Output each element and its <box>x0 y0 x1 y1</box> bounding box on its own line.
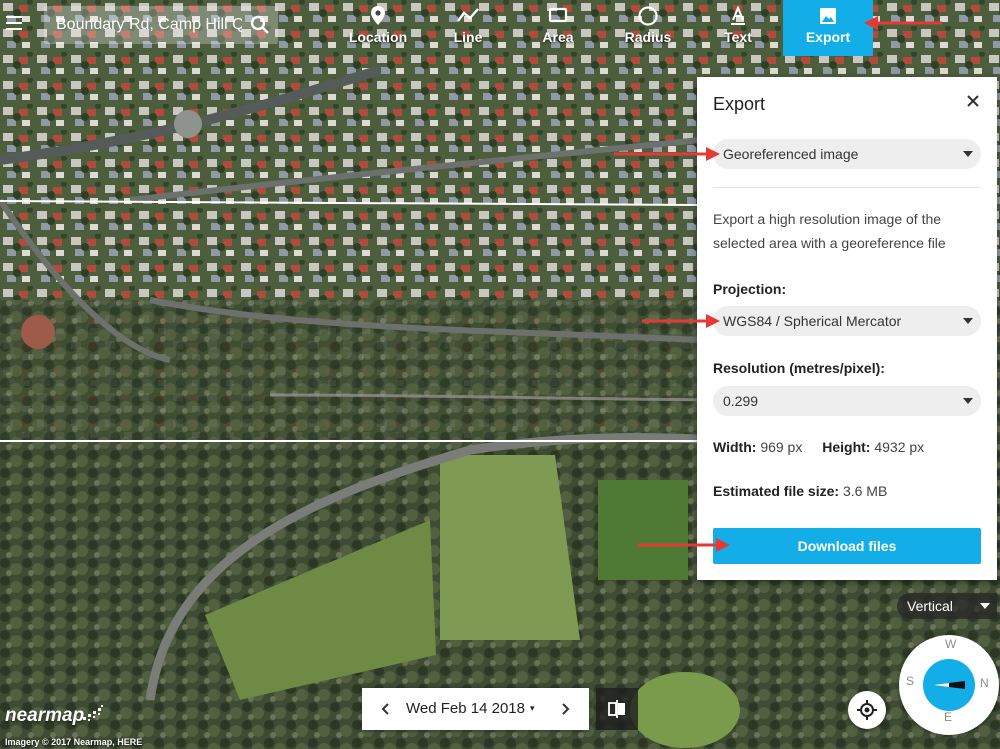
search-box[interactable] <box>44 6 278 44</box>
filesize-row: Estimated file size: 3.6 MB <box>713 483 887 499</box>
annotation-arrow-icon <box>614 147 720 161</box>
tool-radius[interactable]: Radius <box>603 0 693 56</box>
projection-label: Projection: <box>713 281 787 297</box>
dimensions-row: Width: 969 px Height: 4932 px <box>713 439 924 455</box>
location-pin-icon <box>371 6 385 25</box>
search-icon[interactable] <box>250 15 270 35</box>
tool-line[interactable]: Line <box>423 0 513 56</box>
compass-west-label: W <box>945 637 957 651</box>
tool-location[interactable]: Location <box>333 0 423 56</box>
width-label: Width: <box>713 439 757 455</box>
compass-north-label: N <box>980 676 989 690</box>
text-icon <box>731 5 745 25</box>
panel-title: Export <box>713 94 766 114</box>
height-value: 4932 px <box>874 439 925 455</box>
tool-location-label: Location <box>348 29 408 45</box>
radius-icon <box>638 6 658 26</box>
chevron-down-icon <box>963 151 973 157</box>
resolution-label: Resolution (metres/pixel): <box>713 360 885 376</box>
tool-text[interactable]: Text <box>693 0 783 56</box>
compass-dial[interactable] <box>923 659 975 711</box>
area-icon <box>548 7 568 23</box>
chevron-down-icon <box>963 318 973 324</box>
chevron-down-icon <box>963 398 973 404</box>
export-description: Export a high resolution image of the se… <box>713 211 946 251</box>
annotation-arrow-icon <box>638 538 730 552</box>
filesize-value: 3.6 MB <box>842 483 888 499</box>
view-mode-select[interactable]: Vertical <box>897 593 997 619</box>
projection-select[interactable]: WGS84 / Spherical Mercator <box>713 306 981 336</box>
close-icon[interactable] <box>966 94 980 108</box>
line-icon <box>457 8 479 22</box>
tool-line-label: Line <box>453 29 483 45</box>
view-mode-value: Vertical <box>907 598 953 614</box>
compare-icon <box>608 700 625 718</box>
compass-south-label: S <box>906 674 915 688</box>
compare-button[interactable] <box>596 688 638 730</box>
download-files-button[interactable]: Download files <box>713 528 981 564</box>
chevron-right-icon[interactable] <box>557 701 573 717</box>
search-input[interactable] <box>56 6 242 44</box>
compass[interactable]: W S N E <box>897 633 1000 743</box>
tool-area-label: Area <box>542 29 574 45</box>
compass-needle-icon <box>933 681 965 689</box>
resolution-value: 0.299 <box>723 393 759 409</box>
chevron-down-icon <box>980 603 990 609</box>
tool-export-label: Export <box>805 29 851 45</box>
my-location-button[interactable] <box>848 691 886 729</box>
annotation-arrow-icon <box>642 314 720 328</box>
capture-date-dropdown[interactable]: Wed Feb 14 2018 ▾ <box>406 700 535 717</box>
resolution-select[interactable]: 0.299 <box>713 386 981 416</box>
export-format-value: Georeferenced image <box>723 146 859 162</box>
capture-date: Wed Feb 14 2018 <box>406 700 525 717</box>
projection-value: WGS84 / Spherical Mercator <box>723 313 902 329</box>
menu-icon[interactable] <box>6 16 22 30</box>
tool-radius-label: Radius <box>624 29 672 45</box>
imagery-credit: Imagery © 2017 Nearmap, HERE <box>5 737 143 747</box>
crosshair-icon <box>857 700 877 720</box>
filesize-label: Estimated file size: <box>713 483 840 499</box>
width-value: 969 px <box>760 439 803 455</box>
export-format-select[interactable]: Georeferenced image <box>713 139 981 169</box>
divider <box>713 187 981 188</box>
date-selector: Wed Feb 14 2018 ▾ <box>362 688 589 730</box>
caret-down-icon: ▾ <box>529 703 535 713</box>
tool-export[interactable]: Export <box>783 0 873 56</box>
image-icon <box>820 8 836 24</box>
nearmap-logo: nearmap <box>5 705 103 727</box>
tool-area[interactable]: Area <box>513 0 603 56</box>
annotation-arrow-icon <box>864 16 942 30</box>
logo-text: nearmap <box>5 705 85 726</box>
compass-east-label: E <box>944 710 953 724</box>
chevron-left-icon[interactable] <box>378 701 394 717</box>
export-panel: Export Georeferenced image Export a high… <box>697 77 997 580</box>
tool-text-label: Text <box>724 29 752 45</box>
height-label: Height: <box>822 439 871 455</box>
logo-mark-icon <box>83 705 103 721</box>
